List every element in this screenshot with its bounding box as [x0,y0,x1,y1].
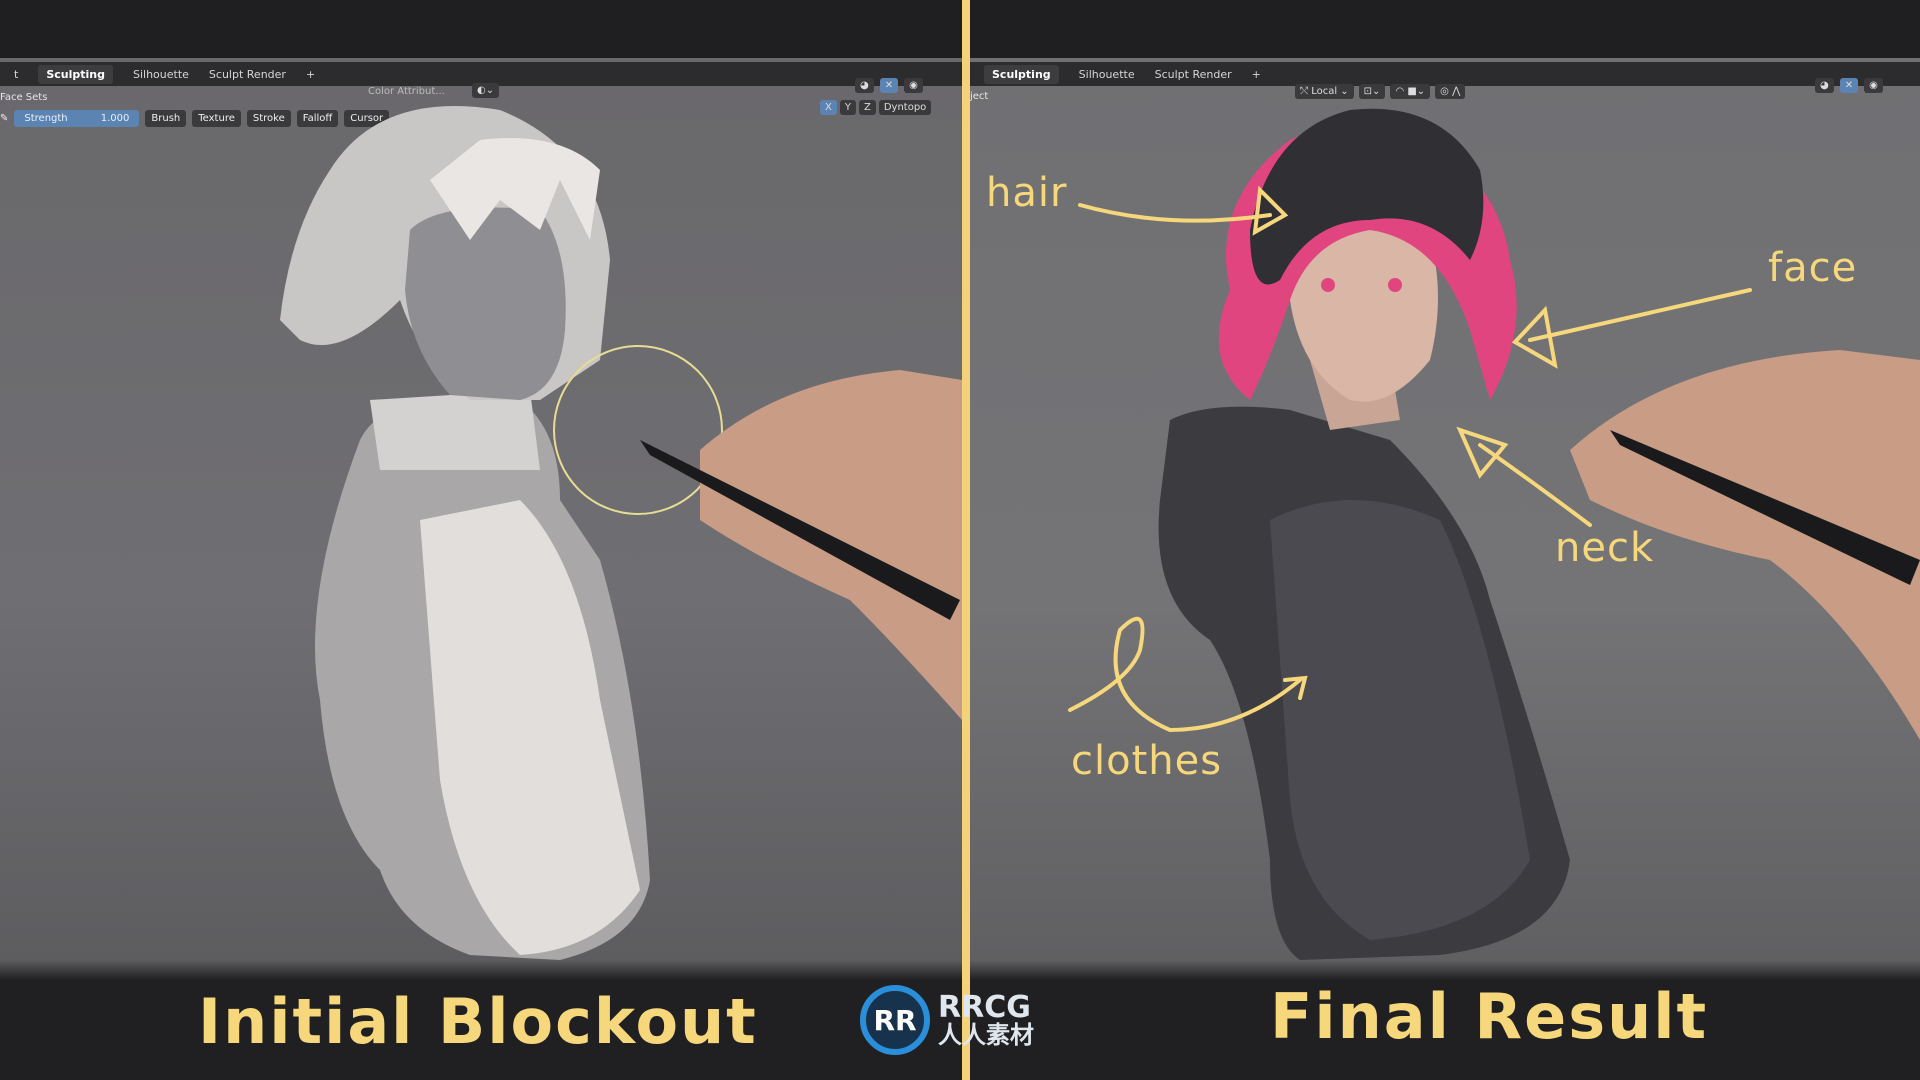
final-sculpt [1068,108,1920,961]
annotation-neck: neck [1555,525,1655,571]
blockout-sculpt [280,106,962,960]
watermark-logo: RR [860,985,930,1055]
watermark-text-group: RRCG 人人素材 [938,990,1034,1049]
caption-final-result: Final Result [1270,980,1709,1053]
annotation-hair: hair [986,170,1068,216]
watermark-subtext: 人人素材 [938,1021,1034,1049]
right-panel-final: Sculpting Silhouette Sculpt Render + jec… [970,0,1920,1080]
left-panel-blockout: t Sculpting Silhouette Sculpt Render + F… [0,0,962,1080]
divider [962,0,970,1080]
watermark-text: RRCG [938,990,1031,1025]
watermark: RR RRCG 人人素材 [860,985,1034,1055]
annotation-face: face [1768,245,1858,291]
caption-initial-blockout: Initial Blockout [198,985,758,1058]
annotation-clothes: clothes [1071,738,1223,784]
